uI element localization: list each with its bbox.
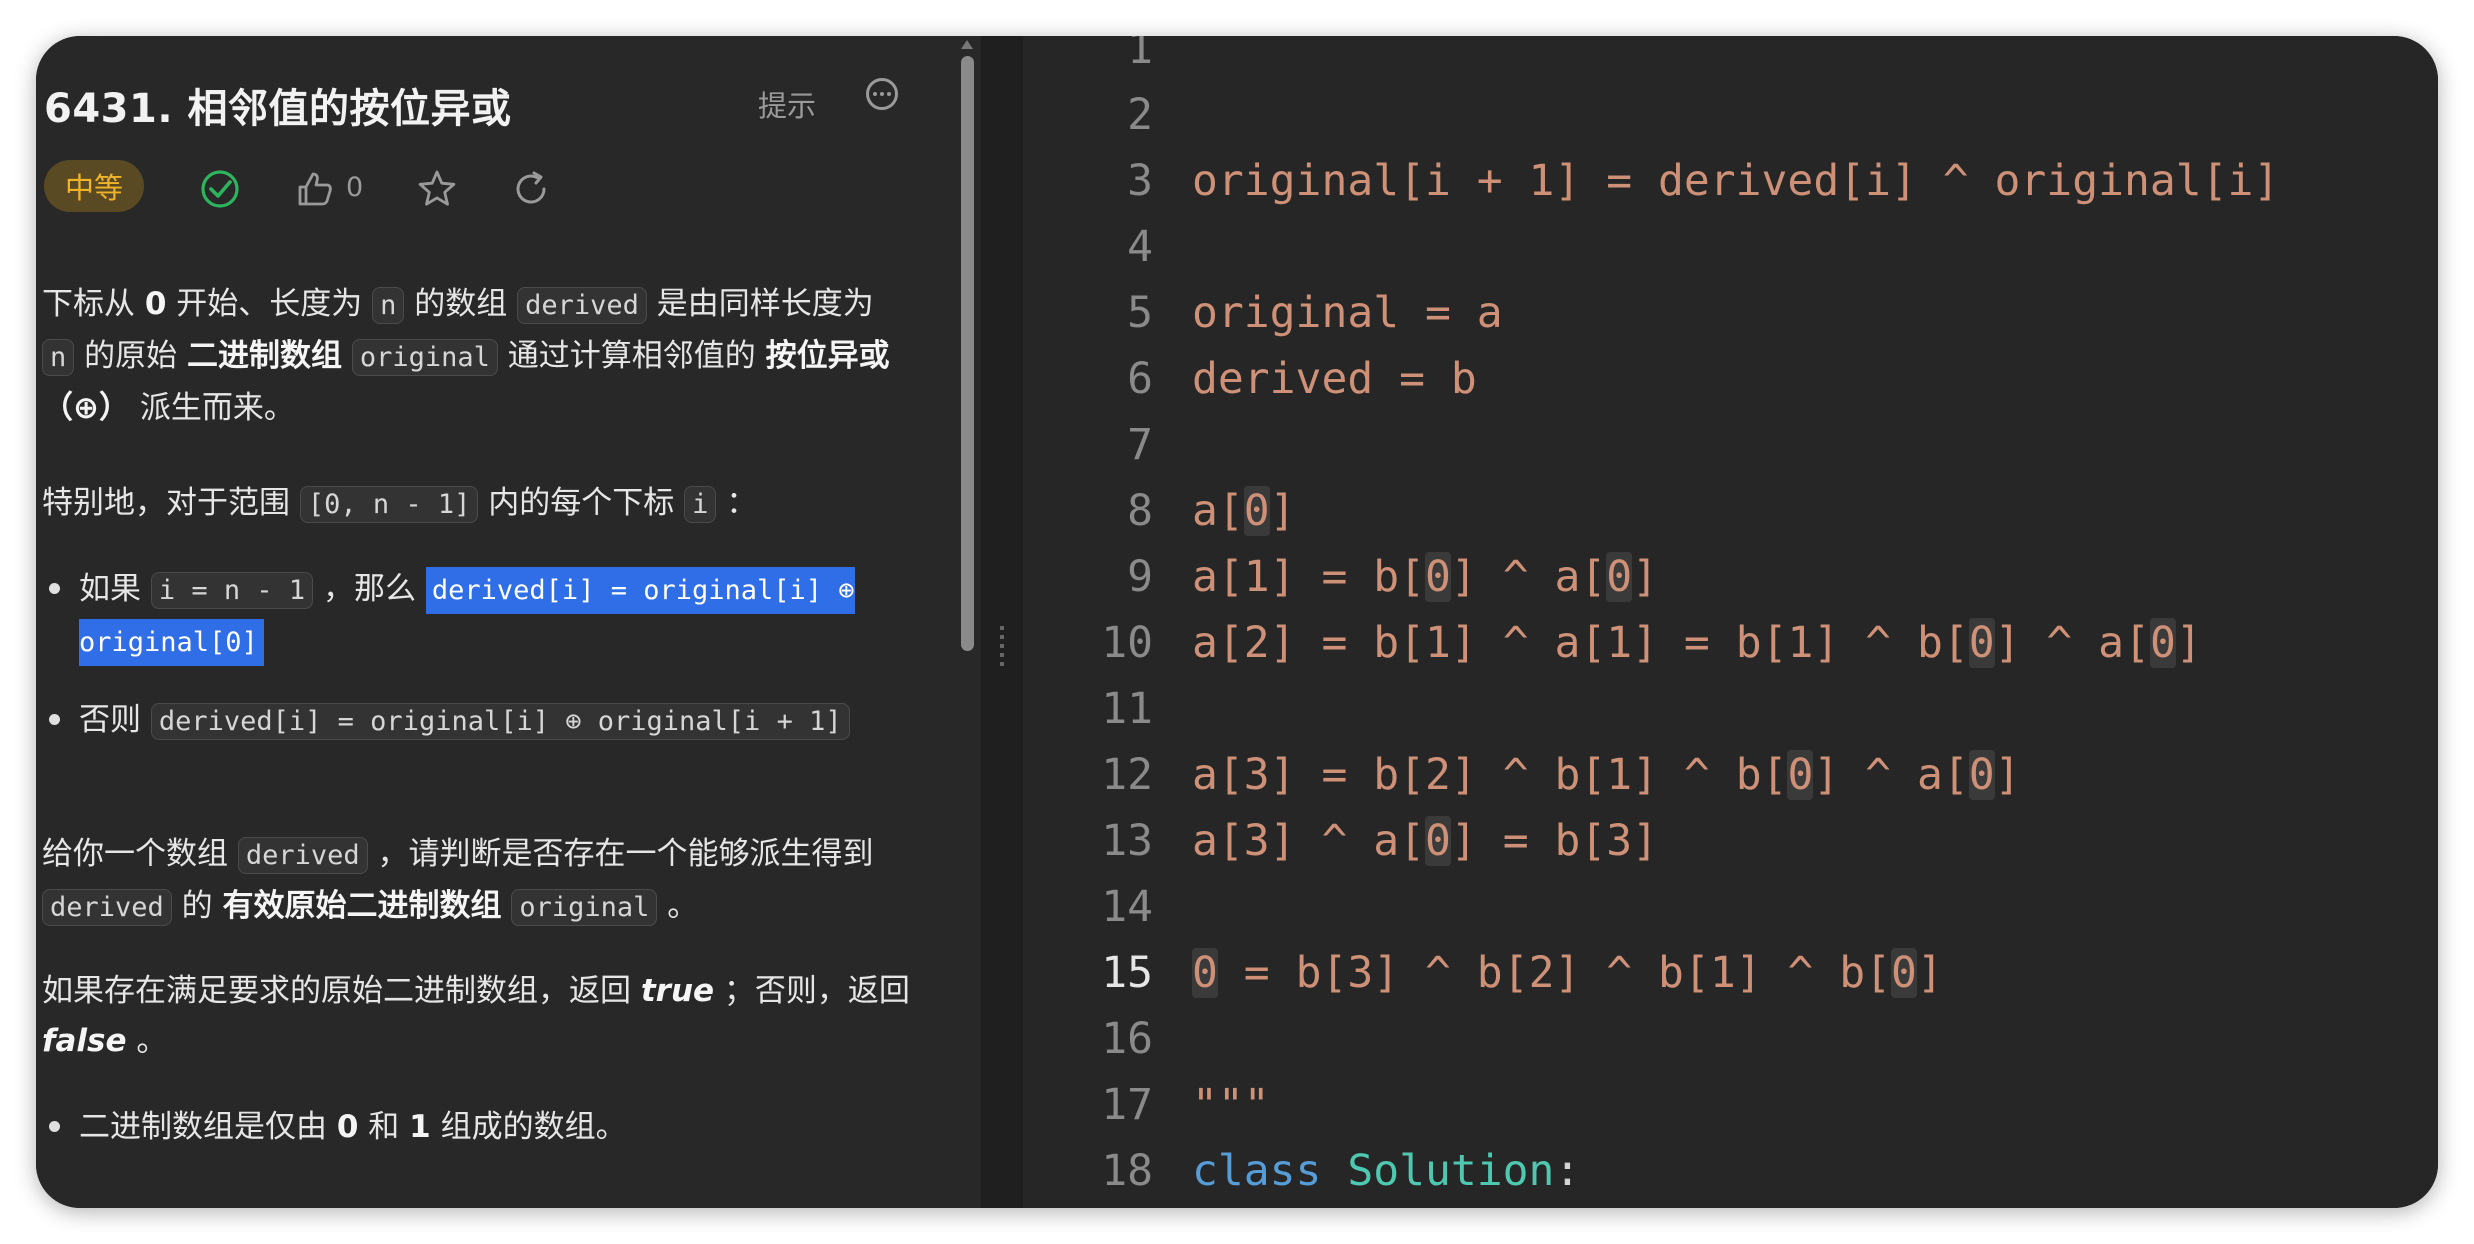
line-number: 14	[1101, 882, 1153, 932]
code-line[interactable]: 3 original[i + 1] = derived[i] ^ original…	[1023, 148, 2438, 214]
zero-highlight: 0	[1425, 552, 1451, 602]
code-line[interactable]: 17 """	[1023, 1072, 2438, 1138]
desc-paragraph-4: 如果存在满足要求的原始二进制数组，返回 true ；否则，返回 false 。	[42, 973, 910, 1059]
line-number: 8	[1127, 486, 1153, 536]
line-number: 3	[1127, 156, 1153, 206]
code-line[interactable]: 18 class Solution:	[1023, 1138, 2438, 1204]
code-text[interactable]: a[1] = b[0] ^ a[0]	[1192, 544, 1658, 610]
code-text[interactable]: derived = b	[1192, 346, 1477, 412]
difficulty-badge: 中等	[44, 160, 144, 212]
line-number: 16	[1101, 1014, 1153, 1064]
desc-paragraph-3: 给你一个数组 derived ，请判断是否存在一个能够派生得到 derived …	[42, 836, 874, 926]
problem-title: 6431. 相邻值的按位异或	[44, 86, 512, 132]
code-line[interactable]: 13 a[3] ^ a[0] = b[3]	[1023, 808, 2438, 874]
zero-highlight: 0	[1787, 750, 1814, 800]
code-text[interactable]: """	[1192, 1072, 1270, 1138]
scrollbar-thumb[interactable]	[961, 56, 974, 651]
code-line[interactable]: 16	[1023, 1006, 2438, 1072]
zero-highlight: 0	[1968, 750, 1995, 800]
zero-highlight: 0	[1891, 948, 1917, 998]
code-text[interactable]: a[0]	[1192, 478, 1296, 544]
drag-handle-icon[interactable]	[1000, 626, 1004, 666]
desc-bullet-1: 如果 i = n - 1 ，那么 derived[i] = original[i…	[79, 564, 929, 668]
accepted-check-icon	[201, 170, 239, 208]
bullet-dot	[49, 1121, 60, 1132]
code-line[interactable]: 8 a[0]	[1023, 478, 2438, 544]
line-number: 6	[1127, 354, 1153, 404]
line-number: 9	[1127, 552, 1153, 602]
zero-highlight: 0	[1192, 948, 1218, 998]
code-line[interactable]: 9 a[1] = b[0] ^ a[0]	[1023, 544, 2438, 610]
code-text[interactable]: a[3] ^ a[0] = b[3]	[1192, 808, 1658, 874]
code-text[interactable]: original[i + 1] = derived[i] ^ original[…	[1192, 148, 2279, 214]
line-number: 1	[1127, 36, 1153, 74]
line-number: 17	[1101, 1080, 1153, 1130]
zero-highlight: 0	[1243, 486, 1270, 536]
code-line[interactable]: 4	[1023, 214, 2438, 280]
code-line[interactable]: 5 original = a	[1023, 280, 2438, 346]
punctuation-token: :	[1554, 1146, 1581, 1196]
line-number: 2	[1127, 90, 1153, 140]
code-text[interactable]: 0 = b[3] ^ b[2] ^ b[1] ^ b[0]	[1192, 940, 1943, 1006]
code-text[interactable]: original = a	[1192, 280, 1503, 346]
zero-highlight: 0	[2149, 618, 2176, 668]
code-line[interactable]: 12 a[3] = b[2] ^ b[1] ^ b[0] ^ a[0]	[1023, 742, 2438, 808]
code-text[interactable]: a[3] = b[2] ^ b[1] ^ b[0] ^ a[0]	[1192, 742, 2021, 808]
bullet-dot	[49, 583, 60, 594]
line-number: 7	[1127, 420, 1153, 470]
keyword-token: class	[1192, 1146, 1322, 1196]
code-line[interactable]: 11	[1023, 676, 2438, 742]
line-number: 4	[1127, 222, 1153, 272]
code-text[interactable]: class Solution:	[1192, 1138, 1580, 1204]
zero-highlight: 0	[1606, 552, 1633, 602]
code-line[interactable]: 6 derived = b	[1023, 346, 2438, 412]
hint-button[interactable]: 提示	[758, 83, 816, 125]
code-line[interactable]: 10 a[2] = b[1] ^ a[1] = b[1] ^ b[0] ^ a[0…	[1023, 610, 2438, 676]
star-icon[interactable]	[416, 168, 458, 210]
line-number: 13	[1101, 816, 1153, 866]
refresh-icon[interactable]	[510, 168, 552, 210]
bullet-dot	[49, 714, 60, 725]
panel-splitter[interactable]	[981, 36, 1023, 1208]
desc-paragraph-1: 下标从 0 开始、长度为 n 的数组 derived 是由同样长度为 n 的原始…	[42, 286, 890, 426]
desc-bullet-3: 二进制数组是仅由 0 和 1 组成的数组。	[79, 1109, 627, 1145]
thumbs-up-icon[interactable]	[294, 168, 336, 210]
line-number: 11	[1101, 684, 1153, 734]
line-number: 10	[1101, 618, 1153, 668]
code-line[interactable]: 7	[1023, 412, 2438, 478]
line-number: 18	[1101, 1146, 1153, 1196]
scroll-up-arrow-icon[interactable]	[961, 40, 973, 49]
line-number: 12	[1101, 750, 1153, 800]
problem-panel: 6431. 相邻值的按位异或 提示 中等 0 下标从 0 开始、长度为 n 的数…	[36, 36, 981, 1208]
zero-highlight: 0	[1968, 618, 1995, 668]
code-line[interactable]: 14	[1023, 874, 2438, 940]
code-editor[interactable]: 1 2 3 original[i + 1] = derived[i] ^ origin…	[1023, 36, 2438, 1208]
zero-highlight: 0	[1425, 816, 1451, 866]
more-icon[interactable]	[866, 78, 898, 110]
class-name-token: Solution	[1347, 1146, 1555, 1196]
code-text[interactable]: a[2] = b[1] ^ a[1] = b[1] ^ b[0] ^ a[0]	[1192, 610, 2202, 676]
code-line[interactable]: 2	[1023, 82, 2438, 148]
like-count: 0	[346, 172, 364, 203]
line-number: 15	[1101, 948, 1153, 998]
line-number: 5	[1127, 288, 1153, 338]
desc-bullet-2: 否则 derived[i] = original[i] ⊕ original[i…	[79, 695, 929, 747]
desc-paragraph-2: 特别地，对于范围 [0, n - 1] 内的每个下标 i ：	[42, 485, 758, 523]
code-line[interactable]: 15 0 = b[3] ^ b[2] ^ b[1] ^ b[0]	[1023, 940, 2438, 1006]
code-line[interactable]: 1	[1023, 36, 2438, 82]
app-window: 6431. 相邻值的按位异或 提示 中等 0 下标从 0 开始、长度为 n 的数…	[36, 36, 2438, 1208]
